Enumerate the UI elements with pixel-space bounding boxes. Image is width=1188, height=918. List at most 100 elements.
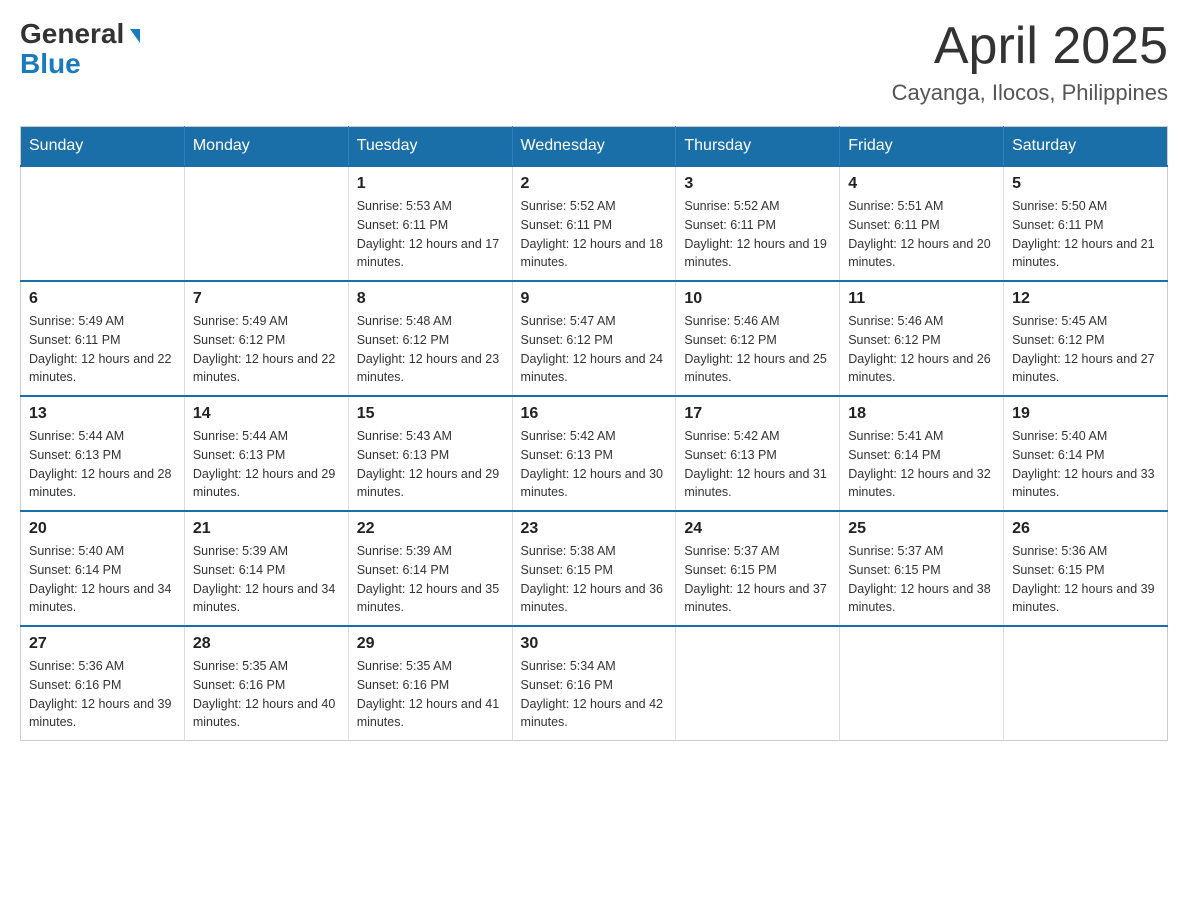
day-cell: 13 Sunrise: 5:44 AMSunset: 6:13 PMDayligh…: [21, 396, 185, 511]
day-number: 20: [29, 520, 176, 538]
day-info: Sunrise: 5:37 AMSunset: 6:15 PMDaylight:…: [848, 542, 995, 617]
day-number: 28: [193, 635, 340, 653]
day-cell: 29 Sunrise: 5:35 AMSunset: 6:16 PMDayligh…: [348, 626, 512, 741]
day-number: 16: [521, 405, 668, 423]
header-cell-saturday: Saturday: [1004, 127, 1168, 167]
day-cell: 18 Sunrise: 5:41 AMSunset: 6:14 PMDayligh…: [840, 396, 1004, 511]
day-number: 2: [521, 175, 668, 193]
day-cell: [676, 626, 840, 741]
logo-blue-text: Blue: [20, 48, 81, 80]
day-cell: 2Sunrise: 5:52 AMSunset: 6:11 PMDaylight…: [512, 166, 676, 281]
day-info: Sunrise: 5:42 AMSunset: 6:13 PMDaylight:…: [521, 427, 668, 502]
day-info: Sunrise: 5:34 AMSunset: 6:16 PMDaylight:…: [521, 657, 668, 732]
day-cell: 1Sunrise: 5:53 AMSunset: 6:11 PMDaylight…: [348, 166, 512, 281]
day-cell: 26 Sunrise: 5:36 AMSunset: 6:15 PMDayligh…: [1004, 511, 1168, 626]
header-cell-thursday: Thursday: [676, 127, 840, 167]
day-cell: [840, 626, 1004, 741]
day-number: 21: [193, 520, 340, 538]
day-number: 3: [684, 175, 831, 193]
day-cell: 22Sunrise: 5:39 AMSunset: 6:14 PMDayligh…: [348, 511, 512, 626]
day-cell: 6Sunrise: 5:49 AMSunset: 6:11 PMDaylight…: [21, 281, 185, 396]
calendar-body: 1Sunrise: 5:53 AMSunset: 6:11 PMDaylight…: [21, 166, 1168, 741]
day-number: 12: [1012, 290, 1159, 308]
day-info: Sunrise: 5:41 AMSunset: 6:14 PMDaylight:…: [848, 427, 995, 502]
logo-general-text: General: [20, 20, 140, 48]
day-cell: 3 Sunrise: 5:52 AMSunset: 6:11 PMDaylight…: [676, 166, 840, 281]
day-info: Sunrise: 5:39 AMSunset: 6:14 PMDaylight:…: [357, 542, 504, 617]
day-info: Sunrise: 5:46 AMSunset: 6:12 PMDaylight:…: [684, 312, 831, 387]
day-number: 23: [521, 520, 668, 538]
day-cell: 15Sunrise: 5:43 AMSunset: 6:13 PMDayligh…: [348, 396, 512, 511]
day-info: Sunrise: 5:40 AMSunset: 6:14 PMDaylight:…: [29, 542, 176, 617]
day-info: Sunrise: 5:44 AMSunset: 6:13 PMDaylight:…: [193, 427, 340, 502]
day-number: 26: [1012, 520, 1159, 538]
day-cell: 27 Sunrise: 5:36 AMSunset: 6:16 PMDayligh…: [21, 626, 185, 741]
day-number: 24: [684, 520, 831, 538]
calendar-table: SundayMondayTuesdayWednesdayThursdayFrid…: [20, 126, 1168, 741]
day-number: 10: [684, 290, 831, 308]
day-cell: 30Sunrise: 5:34 AMSunset: 6:16 PMDayligh…: [512, 626, 676, 741]
header-cell-tuesday: Tuesday: [348, 127, 512, 167]
day-cell: 11Sunrise: 5:46 AMSunset: 6:12 PMDayligh…: [840, 281, 1004, 396]
day-info: Sunrise: 5:35 AMSunset: 6:16 PMDaylight:…: [193, 657, 340, 732]
day-number: 1: [357, 175, 504, 193]
day-cell: [21, 166, 185, 281]
day-number: 19: [1012, 405, 1159, 423]
day-info: Sunrise: 5:47 AMSunset: 6:12 PMDaylight:…: [521, 312, 668, 387]
page-header: General Blue April 2025 Cayanga, Ilocos,…: [20, 20, 1168, 106]
day-cell: 16 Sunrise: 5:42 AMSunset: 6:13 PMDayligh…: [512, 396, 676, 511]
day-info: Sunrise: 5:38 AMSunset: 6:15 PMDaylight:…: [521, 542, 668, 617]
day-number: 18: [848, 405, 995, 423]
calendar-header: SundayMondayTuesdayWednesdayThursdayFrid…: [21, 127, 1168, 167]
day-cell: 28 Sunrise: 5:35 AMSunset: 6:16 PMDayligh…: [184, 626, 348, 741]
day-cell: 19 Sunrise: 5:40 AMSunset: 6:14 PMDayligh…: [1004, 396, 1168, 511]
header-row: SundayMondayTuesdayWednesdayThursdayFrid…: [21, 127, 1168, 167]
day-info: Sunrise: 5:49 AMSunset: 6:12 PMDaylight:…: [193, 312, 340, 387]
day-info: Sunrise: 5:36 AMSunset: 6:15 PMDaylight:…: [1012, 542, 1159, 617]
day-number: 17: [684, 405, 831, 423]
day-info: Sunrise: 5:35 AMSunset: 6:16 PMDaylight:…: [357, 657, 504, 732]
day-cell: 23 Sunrise: 5:38 AMSunset: 6:15 PMDayligh…: [512, 511, 676, 626]
day-number: 6: [29, 290, 176, 308]
day-cell: 12 Sunrise: 5:45 AMSunset: 6:12 PMDayligh…: [1004, 281, 1168, 396]
week-row-2: 6Sunrise: 5:49 AMSunset: 6:11 PMDaylight…: [21, 281, 1168, 396]
day-number: 29: [357, 635, 504, 653]
day-info: Sunrise: 5:44 AMSunset: 6:13 PMDaylight:…: [29, 427, 176, 502]
week-row-1: 1Sunrise: 5:53 AMSunset: 6:11 PMDaylight…: [21, 166, 1168, 281]
day-cell: 20 Sunrise: 5:40 AMSunset: 6:14 PMDayligh…: [21, 511, 185, 626]
day-cell: 8Sunrise: 5:48 AMSunset: 6:12 PMDaylight…: [348, 281, 512, 396]
day-number: 9: [521, 290, 668, 308]
calendar-title: April 2025: [892, 20, 1168, 72]
day-cell: 14 Sunrise: 5:44 AMSunset: 6:13 PMDayligh…: [184, 396, 348, 511]
day-cell: 25Sunrise: 5:37 AMSunset: 6:15 PMDayligh…: [840, 511, 1004, 626]
day-number: 14: [193, 405, 340, 423]
day-info: Sunrise: 5:40 AMSunset: 6:14 PMDaylight:…: [1012, 427, 1159, 502]
day-cell: [184, 166, 348, 281]
day-number: 11: [848, 290, 995, 308]
day-number: 7: [193, 290, 340, 308]
day-info: Sunrise: 5:37 AMSunset: 6:15 PMDaylight:…: [684, 542, 831, 617]
day-cell: 4 Sunrise: 5:51 AMSunset: 6:11 PMDaylight…: [840, 166, 1004, 281]
week-row-3: 13 Sunrise: 5:44 AMSunset: 6:13 PMDayligh…: [21, 396, 1168, 511]
title-block: April 2025 Cayanga, Ilocos, Philippines: [892, 20, 1168, 106]
day-number: 27: [29, 635, 176, 653]
day-cell: 5Sunrise: 5:50 AMSunset: 6:11 PMDaylight…: [1004, 166, 1168, 281]
day-cell: 7 Sunrise: 5:49 AMSunset: 6:12 PMDaylight…: [184, 281, 348, 396]
header-cell-wednesday: Wednesday: [512, 127, 676, 167]
day-cell: 9 Sunrise: 5:47 AMSunset: 6:12 PMDaylight…: [512, 281, 676, 396]
calendar-subtitle: Cayanga, Ilocos, Philippines: [892, 80, 1168, 106]
day-info: Sunrise: 5:36 AMSunset: 6:16 PMDaylight:…: [29, 657, 176, 732]
day-number: 8: [357, 290, 504, 308]
day-cell: [1004, 626, 1168, 741]
day-number: 13: [29, 405, 176, 423]
day-number: 4: [848, 175, 995, 193]
day-info: Sunrise: 5:43 AMSunset: 6:13 PMDaylight:…: [357, 427, 504, 502]
day-cell: 10 Sunrise: 5:46 AMSunset: 6:12 PMDayligh…: [676, 281, 840, 396]
day-info: Sunrise: 5:39 AMSunset: 6:14 PMDaylight:…: [193, 542, 340, 617]
day-info: Sunrise: 5:52 AMSunset: 6:11 PMDaylight:…: [684, 197, 831, 272]
day-info: Sunrise: 5:45 AMSunset: 6:12 PMDaylight:…: [1012, 312, 1159, 387]
logo: General Blue: [20, 20, 140, 80]
header-cell-monday: Monday: [184, 127, 348, 167]
day-info: Sunrise: 5:51 AMSunset: 6:11 PMDaylight:…: [848, 197, 995, 272]
day-info: Sunrise: 5:50 AMSunset: 6:11 PMDaylight:…: [1012, 197, 1159, 272]
